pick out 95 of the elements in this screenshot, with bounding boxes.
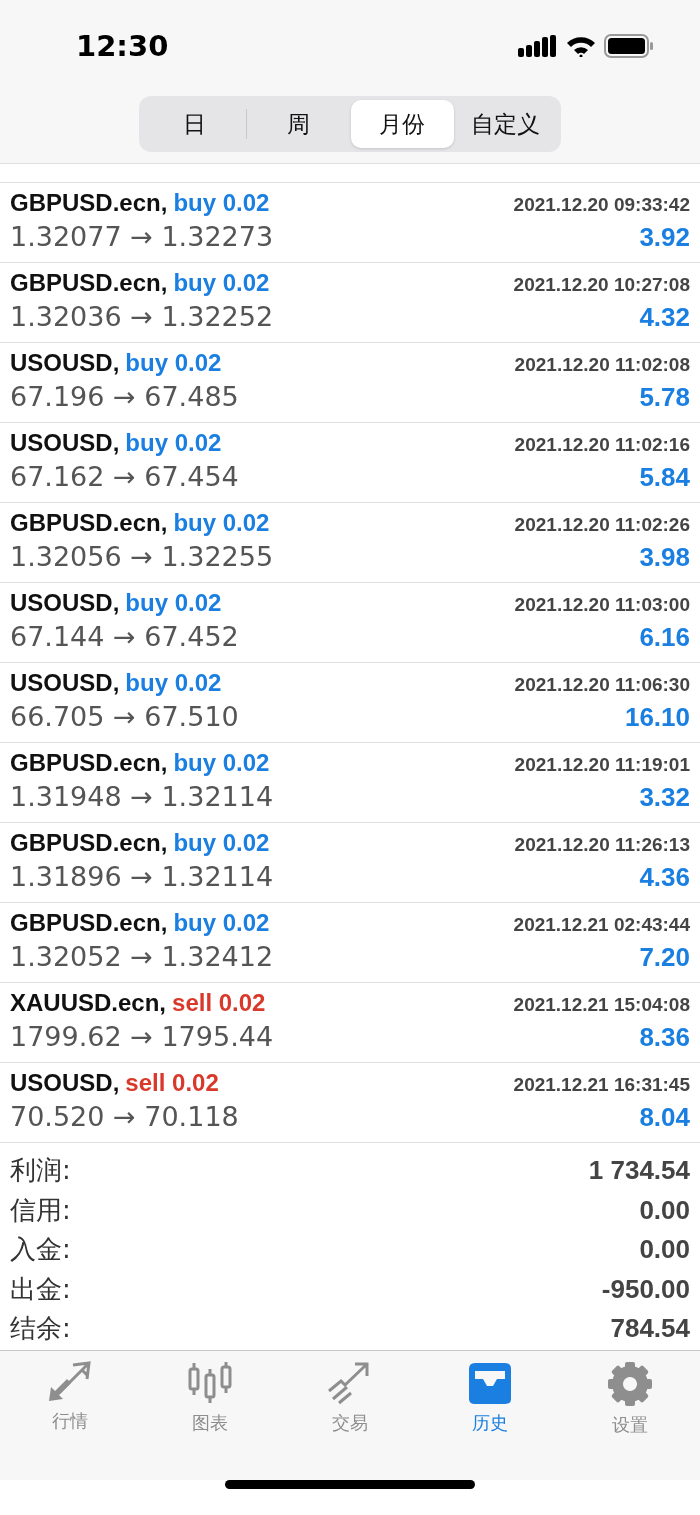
deal-row[interactable]: GBPUSD.ecn, buy 0.02 2021.12.20 11:02:26 1.32056 → 1.32255 3.98 xyxy=(0,503,700,583)
summary-label: 利润: xyxy=(10,1154,71,1188)
deal-prices: 1799.62 → 1795.44 xyxy=(10,1021,274,1052)
deal-symbol: USOUSD, xyxy=(10,1069,120,1097)
deal-row[interactable]: GBPUSD.ecn, buy 0.02 2021.12.21 02:43:44 1.32052 → 1.32412 7.20 xyxy=(0,903,700,983)
status-time: 12:30 xyxy=(76,29,169,63)
tab-bar-item[interactable]: 历史 xyxy=(440,1361,540,1441)
deal-prices: 1.32077 → 1.32273 xyxy=(10,221,274,252)
deal-profit: 4.36 xyxy=(639,862,690,893)
deal-side: buy 0.02 xyxy=(125,429,222,457)
summary-value: 1 734.54 xyxy=(588,1155,690,1187)
deal-time: 2021.12.20 11:02:08 xyxy=(514,354,690,376)
deal-time: 2021.12.20 11:06:30 xyxy=(514,674,690,696)
deal-side: buy 0.02 xyxy=(173,269,270,297)
deal-prices: 70.520 → 70.118 xyxy=(10,1101,239,1132)
deal-row[interactable]: USOUSD, buy 0.02 2021.12.20 11:02:08 67.196 → 67.485 5.78 xyxy=(0,343,700,423)
deal-side: sell 0.02 xyxy=(125,1069,219,1097)
period-tab[interactable]: 自定义 xyxy=(453,100,557,148)
summary-label: 入金: xyxy=(10,1233,71,1267)
deal-symbol: GBPUSD.ecn, xyxy=(10,189,168,217)
deal-prices: 1.32036 → 1.32252 xyxy=(10,301,274,332)
summary-value: 0.00 xyxy=(639,1194,690,1226)
deal-time: 2021.12.20 09:33:42 xyxy=(513,194,690,216)
deal-prices: 1.31948 → 1.32114 xyxy=(10,781,274,812)
deal-time: 2021.12.21 15:04:08 xyxy=(513,994,690,1016)
period-tab[interactable]: 月份 xyxy=(350,100,454,148)
deal-symbol: GBPUSD.ecn, xyxy=(10,749,168,777)
deal-profit: 6.16 xyxy=(639,622,690,653)
candlestick-icon xyxy=(187,1361,233,1405)
deal-row[interactable]: XAUUSD.ecn, sell 0.02 2021.12.21 15:04:08 1799.62 → 1795.44 8.36 xyxy=(0,983,700,1063)
deal-row[interactable]: GBPUSD.ecn, buy 0.02 2021.12.20 10:27:08 1.32036 → 1.32252 4.32 xyxy=(0,263,700,343)
deal-profit: 3.98 xyxy=(639,542,690,573)
deal-time: 2021.12.20 11:19:01 xyxy=(514,754,690,776)
deal-symbol: USOUSD, xyxy=(10,429,120,457)
deal-time: 2021.12.20 10:27:08 xyxy=(513,274,690,296)
deal-prices: 67.144 → 67.452 xyxy=(10,621,239,652)
deal-profit: 4.32 xyxy=(639,302,690,333)
deal-prices: 67.196 → 67.485 xyxy=(10,381,239,412)
deal-profit: 3.32 xyxy=(639,782,690,813)
deal-side: buy 0.02 xyxy=(173,189,270,217)
deal-row[interactable]: USOUSD, buy 0.02 2021.12.20 11:02:16 67.162 → 67.454 5.84 xyxy=(0,423,700,503)
deal-side: buy 0.02 xyxy=(125,589,222,617)
deal-side: buy 0.02 xyxy=(125,349,222,377)
deal-profit: 5.84 xyxy=(639,462,690,493)
deal-row[interactable]: GBPUSD.ecn, buy 0.02 2021.12.20 09:33:42 1.32077 → 1.32273 3.92 xyxy=(0,183,700,263)
summary-label: 信用: xyxy=(10,1193,71,1227)
deal-row[interactable]: USOUSD, buy 0.02 2021.12.20 11:03:00 67.144 → 67.452 6.16 xyxy=(0,583,700,663)
summary-value: -950.00 xyxy=(601,1273,690,1305)
deal-symbol: USOUSD, xyxy=(10,589,120,617)
deal-profit: 3.92 xyxy=(639,222,690,253)
deal-side: buy 0.02 xyxy=(173,829,270,857)
deal-symbol: GBPUSD.ecn, xyxy=(10,269,168,297)
deal-time: 2021.12.20 11:02:16 xyxy=(514,434,690,456)
deal-time: 2021.12.20 11:03:00 xyxy=(514,594,690,616)
deal-profit: 16.10 xyxy=(624,702,690,733)
settings-icon xyxy=(607,1361,653,1407)
deal-time: 2021.12.20 11:26:13 xyxy=(514,834,690,856)
deal-row[interactable]: USOUSD, sell 0.02 2021.12.21 16:31:45 70.520 → 70.118 8.04 xyxy=(0,1063,700,1143)
deal-profit: 8.04 xyxy=(639,1102,690,1133)
summary-label: 结余: xyxy=(10,1312,71,1346)
deal-time: 2021.12.21 02:43:44 xyxy=(513,914,690,936)
deal-prices: 67.162 → 67.454 xyxy=(10,461,239,492)
diagonal-arrows-icon xyxy=(47,1361,93,1403)
deal-side: buy 0.02 xyxy=(173,749,270,777)
deal-row[interactable]: USOUSD, buy 0.02 2021.12.20 11:06:30 66.705 → 67.510 16.10 xyxy=(0,663,700,743)
deal-side: buy 0.02 xyxy=(173,909,270,937)
wifi-icon xyxy=(566,35,596,57)
deal-time: 2021.12.20 11:02:26 xyxy=(514,514,690,536)
deal-time: 2021.12.21 16:31:45 xyxy=(513,1074,690,1096)
deal-prices: 1.32056 → 1.32255 xyxy=(10,541,274,572)
deal-side: sell 0.02 xyxy=(172,989,266,1017)
deal-symbol: USOUSD, xyxy=(10,669,120,697)
battery-icon xyxy=(604,34,654,58)
deal-profit: 7.20 xyxy=(639,942,690,973)
deal-profit: 5.78 xyxy=(639,382,690,413)
deal-side: buy 0.02 xyxy=(173,509,270,537)
deal-side: buy 0.02 xyxy=(125,669,222,697)
deal-row[interactable]: GBPUSD.ecn, buy 0.02 2021.12.20 11:26:13 1.31896 → 1.32114 4.36 xyxy=(0,823,700,903)
deal-symbol: GBPUSD.ecn, xyxy=(10,509,168,537)
signal-icon xyxy=(518,35,558,57)
deal-symbol: XAUUSD.ecn, xyxy=(10,989,167,1017)
deal-profit: 8.36 xyxy=(639,1022,690,1053)
summary-value: 0.00 xyxy=(639,1234,690,1266)
period-tab[interactable]: 日 xyxy=(143,100,247,148)
period-tab[interactable]: 周 xyxy=(247,100,351,148)
summary-value: 784.54 xyxy=(610,1313,690,1345)
summary-label: 出金: xyxy=(10,1272,71,1306)
deal-prices: 1.31896 → 1.32114 xyxy=(10,861,274,892)
deal-symbol: USOUSD, xyxy=(10,349,120,377)
inbox-tray-icon xyxy=(467,1361,513,1405)
deal-symbol: GBPUSD.ecn, xyxy=(10,829,168,857)
deal-symbol: GBPUSD.ecn, xyxy=(10,909,168,937)
deal-row[interactable]: GBPUSD.ecn, buy 0.02 2021.12.20 11:19:01 1.31948 → 1.32114 3.32 xyxy=(0,743,700,823)
deal-prices: 66.705 → 67.510 xyxy=(10,701,239,732)
deal-prices: 1.32052 → 1.32412 xyxy=(10,941,274,972)
